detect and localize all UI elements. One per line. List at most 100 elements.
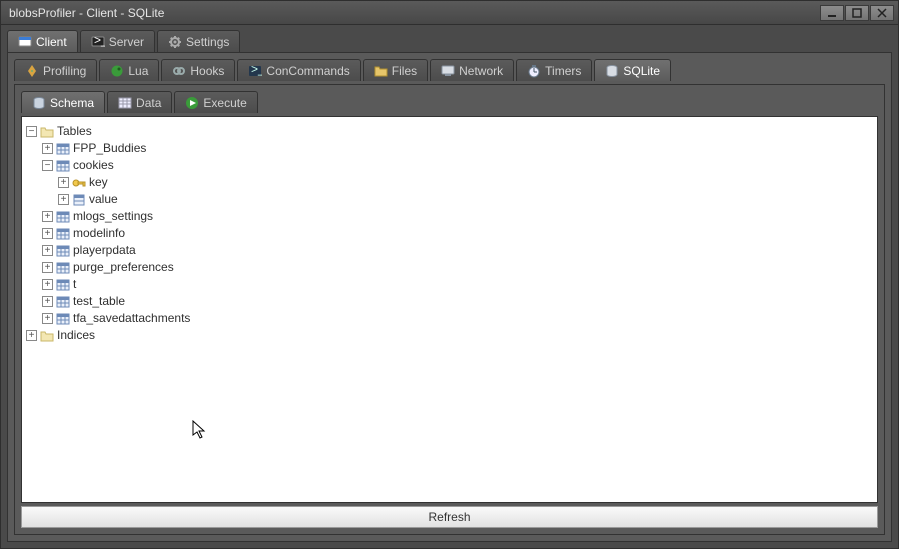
close-button[interactable] (870, 5, 894, 21)
tab-label: Hooks (190, 64, 224, 78)
tab-client[interactable]: Client (7, 30, 78, 52)
expander-icon[interactable]: + (58, 177, 69, 188)
key-icon (72, 176, 86, 190)
tab-server[interactable]: >_ Server (80, 30, 155, 52)
tree-node-table[interactable]: + playerpdata (42, 242, 873, 259)
svg-text:>_: >_ (251, 64, 262, 76)
tree-node-table[interactable]: + tfa_savedattachments (42, 310, 873, 327)
node-label: modelinfo (73, 225, 125, 242)
client-icon (18, 35, 32, 49)
sqlite-icon (605, 64, 619, 78)
tab-settings[interactable]: Settings (157, 30, 240, 52)
table-icon (56, 312, 70, 326)
concommands-icon: >_ (248, 64, 262, 78)
expander-icon[interactable]: + (26, 330, 37, 341)
node-label: key (89, 174, 108, 191)
tab-label: Network (459, 64, 503, 78)
expander-icon[interactable]: − (42, 160, 53, 171)
tab-lua[interactable]: Lua (99, 59, 159, 81)
profiling-icon (25, 64, 39, 78)
tab-label: Client (36, 35, 67, 49)
tab-label: Schema (50, 96, 94, 110)
tab-sqlite[interactable]: SQLite (594, 59, 671, 81)
window-title: blobsProfiler - Client - SQLite (5, 6, 819, 20)
tree-node-table[interactable]: −cookies (42, 157, 873, 174)
tab-network[interactable]: Network (430, 59, 514, 81)
tab-execute[interactable]: Execute (174, 91, 257, 113)
tree-node-column[interactable]: + key (58, 174, 873, 191)
tab-label: Data (136, 96, 161, 110)
data-icon (118, 96, 132, 110)
node-label: Indices (57, 327, 95, 344)
app-window: blobsProfiler - Client - SQLite Client >_… (0, 0, 899, 549)
lua-icon (110, 64, 124, 78)
tab-label: Lua (128, 64, 148, 78)
folder-icon (40, 125, 54, 139)
settings-icon (168, 35, 182, 49)
schema-tree-panel: − Tables + FPP_Buddies−cookies + key + value + ml… (21, 116, 878, 503)
minimize-button[interactable] (820, 5, 844, 21)
table-icon (56, 244, 70, 258)
table-icon (56, 159, 70, 173)
tree-node-table[interactable]: + modelinfo (42, 225, 873, 242)
maximize-button[interactable] (845, 5, 869, 21)
tab-concommands[interactable]: >_ ConCommands (237, 59, 360, 81)
tab-hooks[interactable]: Hooks (161, 59, 235, 81)
tab-profiling[interactable]: Profiling (14, 59, 97, 81)
tab-label: Profiling (43, 64, 86, 78)
tree-node-column[interactable]: + value (58, 191, 873, 208)
column-icon (72, 193, 86, 207)
table-icon (56, 210, 70, 224)
execute-icon (185, 96, 199, 110)
node-label: Tables (57, 123, 92, 140)
inner-tabstrip: Schema Data Execute (21, 89, 878, 113)
files-icon (374, 64, 388, 78)
node-label: mlogs_settings (73, 208, 153, 225)
tab-timers[interactable]: Timers (516, 59, 592, 81)
refresh-label: Refresh (428, 510, 470, 524)
expander-icon[interactable]: + (42, 211, 53, 222)
tree-node-table[interactable]: + mlogs_settings (42, 208, 873, 225)
svg-text:>_: >_ (94, 35, 105, 47)
node-label: tfa_savedattachments (73, 310, 190, 327)
node-label: playerpdata (73, 242, 136, 259)
expander-icon[interactable]: + (42, 279, 53, 290)
table-icon (56, 227, 70, 241)
node-label: FPP_Buddies (73, 140, 146, 157)
tab-label: ConCommands (266, 64, 349, 78)
tree-node-table[interactable]: +t (42, 276, 873, 293)
table-icon (56, 278, 70, 292)
node-label: t (73, 276, 76, 293)
tab-label: Server (109, 35, 144, 49)
folder-icon (40, 329, 54, 343)
tree-node-indices[interactable]: + Indices (26, 327, 873, 344)
titlebar: blobsProfiler - Client - SQLite (1, 1, 898, 25)
expander-icon[interactable]: + (58, 194, 69, 205)
tab-label: Files (392, 64, 417, 78)
expander-icon[interactable]: + (42, 313, 53, 324)
schema-icon (32, 96, 46, 110)
tab-label: Timers (545, 64, 581, 78)
refresh-button[interactable]: Refresh (21, 506, 878, 528)
expander-icon[interactable]: + (42, 228, 53, 239)
panel-level1: Profiling Lua Hooks >_ ConCommands Files Netwo… (7, 52, 892, 542)
tree-node-table[interactable]: +test_table (42, 293, 873, 310)
timers-icon (527, 64, 541, 78)
expander-icon[interactable]: + (42, 262, 53, 273)
tab-data[interactable]: Data (107, 91, 172, 113)
expander-icon[interactable]: + (42, 143, 53, 154)
expander-icon[interactable]: + (42, 245, 53, 256)
tree[interactable]: − Tables + FPP_Buddies−cookies + key + value + ml… (26, 123, 873, 344)
hooks-icon (172, 64, 186, 78)
expander-icon[interactable]: − (26, 126, 37, 137)
tree-node-tables[interactable]: − Tables (26, 123, 873, 140)
tab-label: Settings (186, 35, 229, 49)
node-label: value (89, 191, 118, 208)
tab-schema[interactable]: Schema (21, 91, 105, 113)
server-icon: >_ (91, 35, 105, 49)
table-icon (56, 142, 70, 156)
tree-node-table[interactable]: + FPP_Buddies (42, 140, 873, 157)
expander-icon[interactable]: + (42, 296, 53, 307)
tree-node-table[interactable]: +purge_preferences (42, 259, 873, 276)
tab-files[interactable]: Files (363, 59, 428, 81)
